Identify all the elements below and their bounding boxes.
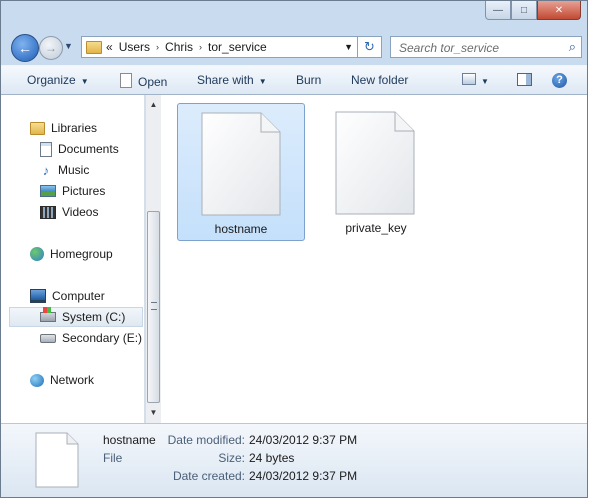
nav-label: Secondary (E:) [62, 331, 143, 345]
folder-icon [86, 40, 102, 54]
file-name: private_key [345, 221, 407, 235]
caption-buttons: — □ ✕ [485, 1, 581, 20]
date-created-value: 24/03/2012 9:37 PM [249, 469, 358, 483]
computer-icon [30, 289, 46, 303]
nav-item-music[interactable]: ♪ Music [40, 160, 90, 180]
organize-button[interactable]: Organize ▼ [27, 73, 89, 87]
file-icon [120, 73, 132, 88]
nav-label: Libraries [51, 121, 98, 135]
preview-pane-icon [517, 73, 532, 86]
share-with-label: Share with [197, 73, 254, 87]
file-list: hostname private_key [161, 95, 587, 423]
grip-icon [151, 302, 157, 310]
open-label: Open [138, 75, 168, 89]
documents-icon [40, 141, 52, 157]
nav-item-documents[interactable]: Documents [40, 139, 119, 159]
breadcrumb-users[interactable]: Users [119, 40, 150, 54]
blank-file-icon [35, 432, 79, 488]
navigation-scrollbar[interactable]: ▲ ▼ [145, 95, 161, 423]
share-with-button[interactable]: Share with ▼ [197, 73, 267, 87]
network-icon [30, 373, 44, 387]
homegroup-icon [30, 247, 44, 261]
nav-label: Pictures [62, 184, 106, 198]
help-button[interactable]: ? [552, 72, 567, 88]
nav-item-system-c[interactable]: System (C:) [9, 307, 143, 327]
open-button[interactable]: Open [120, 73, 167, 89]
nav-item-pictures[interactable]: Pictures [40, 181, 105, 201]
address-bar[interactable]: « Users › Chris › tor_service ▼ [81, 36, 358, 58]
breadcrumb-chris[interactable]: Chris [165, 40, 193, 54]
date-modified-value: 24/03/2012 9:37 PM [249, 433, 358, 447]
breadcrumb-separator[interactable]: › [156, 42, 159, 52]
blank-file-icon [335, 111, 415, 215]
nav-item-computer[interactable]: Computer [30, 286, 105, 306]
nav-item-videos[interactable]: Videos [40, 202, 98, 222]
chevron-down-icon: ▼ [481, 77, 489, 86]
address-dropdown[interactable]: ▼ [344, 42, 353, 52]
nav-label: Network [50, 373, 95, 387]
explorer-window: — □ ✕ ← → ▼ « Users › Chris › tor_servic… [0, 0, 588, 498]
videos-icon [40, 205, 56, 219]
back-arrow-icon: ← [18, 40, 32, 56]
details-file-type: File [103, 451, 123, 465]
preview-pane-button[interactable] [517, 73, 532, 88]
refresh-icon: ↻ [364, 39, 375, 54]
change-view-button[interactable]: ▼ [462, 73, 489, 87]
help-icon: ? [552, 73, 567, 88]
scroll-down-arrow[interactable]: ▼ [146, 405, 161, 421]
nav-item-network[interactable]: Network [30, 370, 94, 390]
date-modified-label: Date modified: [167, 433, 245, 447]
nav-label: Computer [52, 289, 105, 303]
chevron-down-icon: ▼ [258, 77, 267, 86]
maximize-button[interactable]: □ [511, 1, 537, 20]
close-button[interactable]: ✕ [537, 1, 581, 20]
organize-label: Organize [27, 73, 76, 87]
nav-label: Documents [58, 142, 119, 156]
file-name: hostname [214, 222, 268, 236]
music-icon: ♪ [42, 162, 50, 178]
date-created-label: Date created: [172, 469, 245, 483]
new-folder-label: New folder [351, 73, 409, 87]
scroll-up-arrow[interactable]: ▲ [146, 97, 161, 113]
chevron-down-icon: ▼ [80, 77, 89, 86]
forward-button[interactable]: → [39, 36, 63, 60]
scroll-thumb[interactable] [147, 211, 160, 403]
breadcrumb-overflow[interactable]: « [106, 40, 113, 54]
nav-item-secondary-e[interactable]: Secondary (E:) [40, 328, 142, 348]
size-label: Size: [218, 451, 245, 465]
burn-label: Burn [296, 73, 322, 87]
command-bar: Organize ▼ Open Share with ▼ Burn New fold… [1, 65, 587, 95]
nav-label: System (C:) [62, 310, 126, 324]
back-button[interactable]: ← [11, 34, 39, 62]
blank-file-icon [201, 112, 281, 216]
nav-label: Videos [62, 205, 99, 219]
nav-label: Music [58, 163, 90, 177]
size-value: 24 bytes [249, 451, 295, 465]
nav-item-homegroup[interactable]: Homegroup [30, 244, 113, 264]
details-pane: hostname File Date modified: 24/03/2012 … [1, 423, 587, 497]
search-box[interactable]: ⌕ [390, 36, 582, 58]
minimize-button[interactable]: — [485, 1, 511, 20]
recent-pages-dropdown[interactable]: ▼ [64, 41, 73, 51]
address-row: ← → ▼ « Users › Chris › tor_service ▼ ↻ … [1, 31, 587, 65]
search-icon[interactable]: ⌕ [569, 39, 576, 55]
breadcrumb-separator[interactable]: › [199, 42, 202, 52]
refresh-button[interactable]: ↻ [358, 36, 382, 58]
pictures-icon [40, 185, 56, 197]
nav-item-libraries[interactable]: Libraries [30, 118, 97, 138]
libraries-icon [30, 121, 45, 135]
file-item-hostname[interactable]: hostname [177, 103, 305, 241]
search-input[interactable] [397, 38, 561, 58]
drive-icon [40, 333, 56, 343]
nav-label: Homegroup [50, 247, 113, 261]
forward-arrow-icon: → [45, 41, 57, 55]
system-drive-icon [40, 307, 56, 322]
breadcrumb-tor-service[interactable]: tor_service [208, 40, 267, 54]
file-item-private-key[interactable]: private_key [312, 103, 440, 241]
burn-button[interactable]: Burn [296, 73, 321, 87]
new-folder-button[interactable]: New folder [351, 73, 408, 87]
navigation-pane: Libraries Documents ♪ Music Pictures Vide… [1, 95, 145, 423]
view-icon [462, 73, 476, 85]
